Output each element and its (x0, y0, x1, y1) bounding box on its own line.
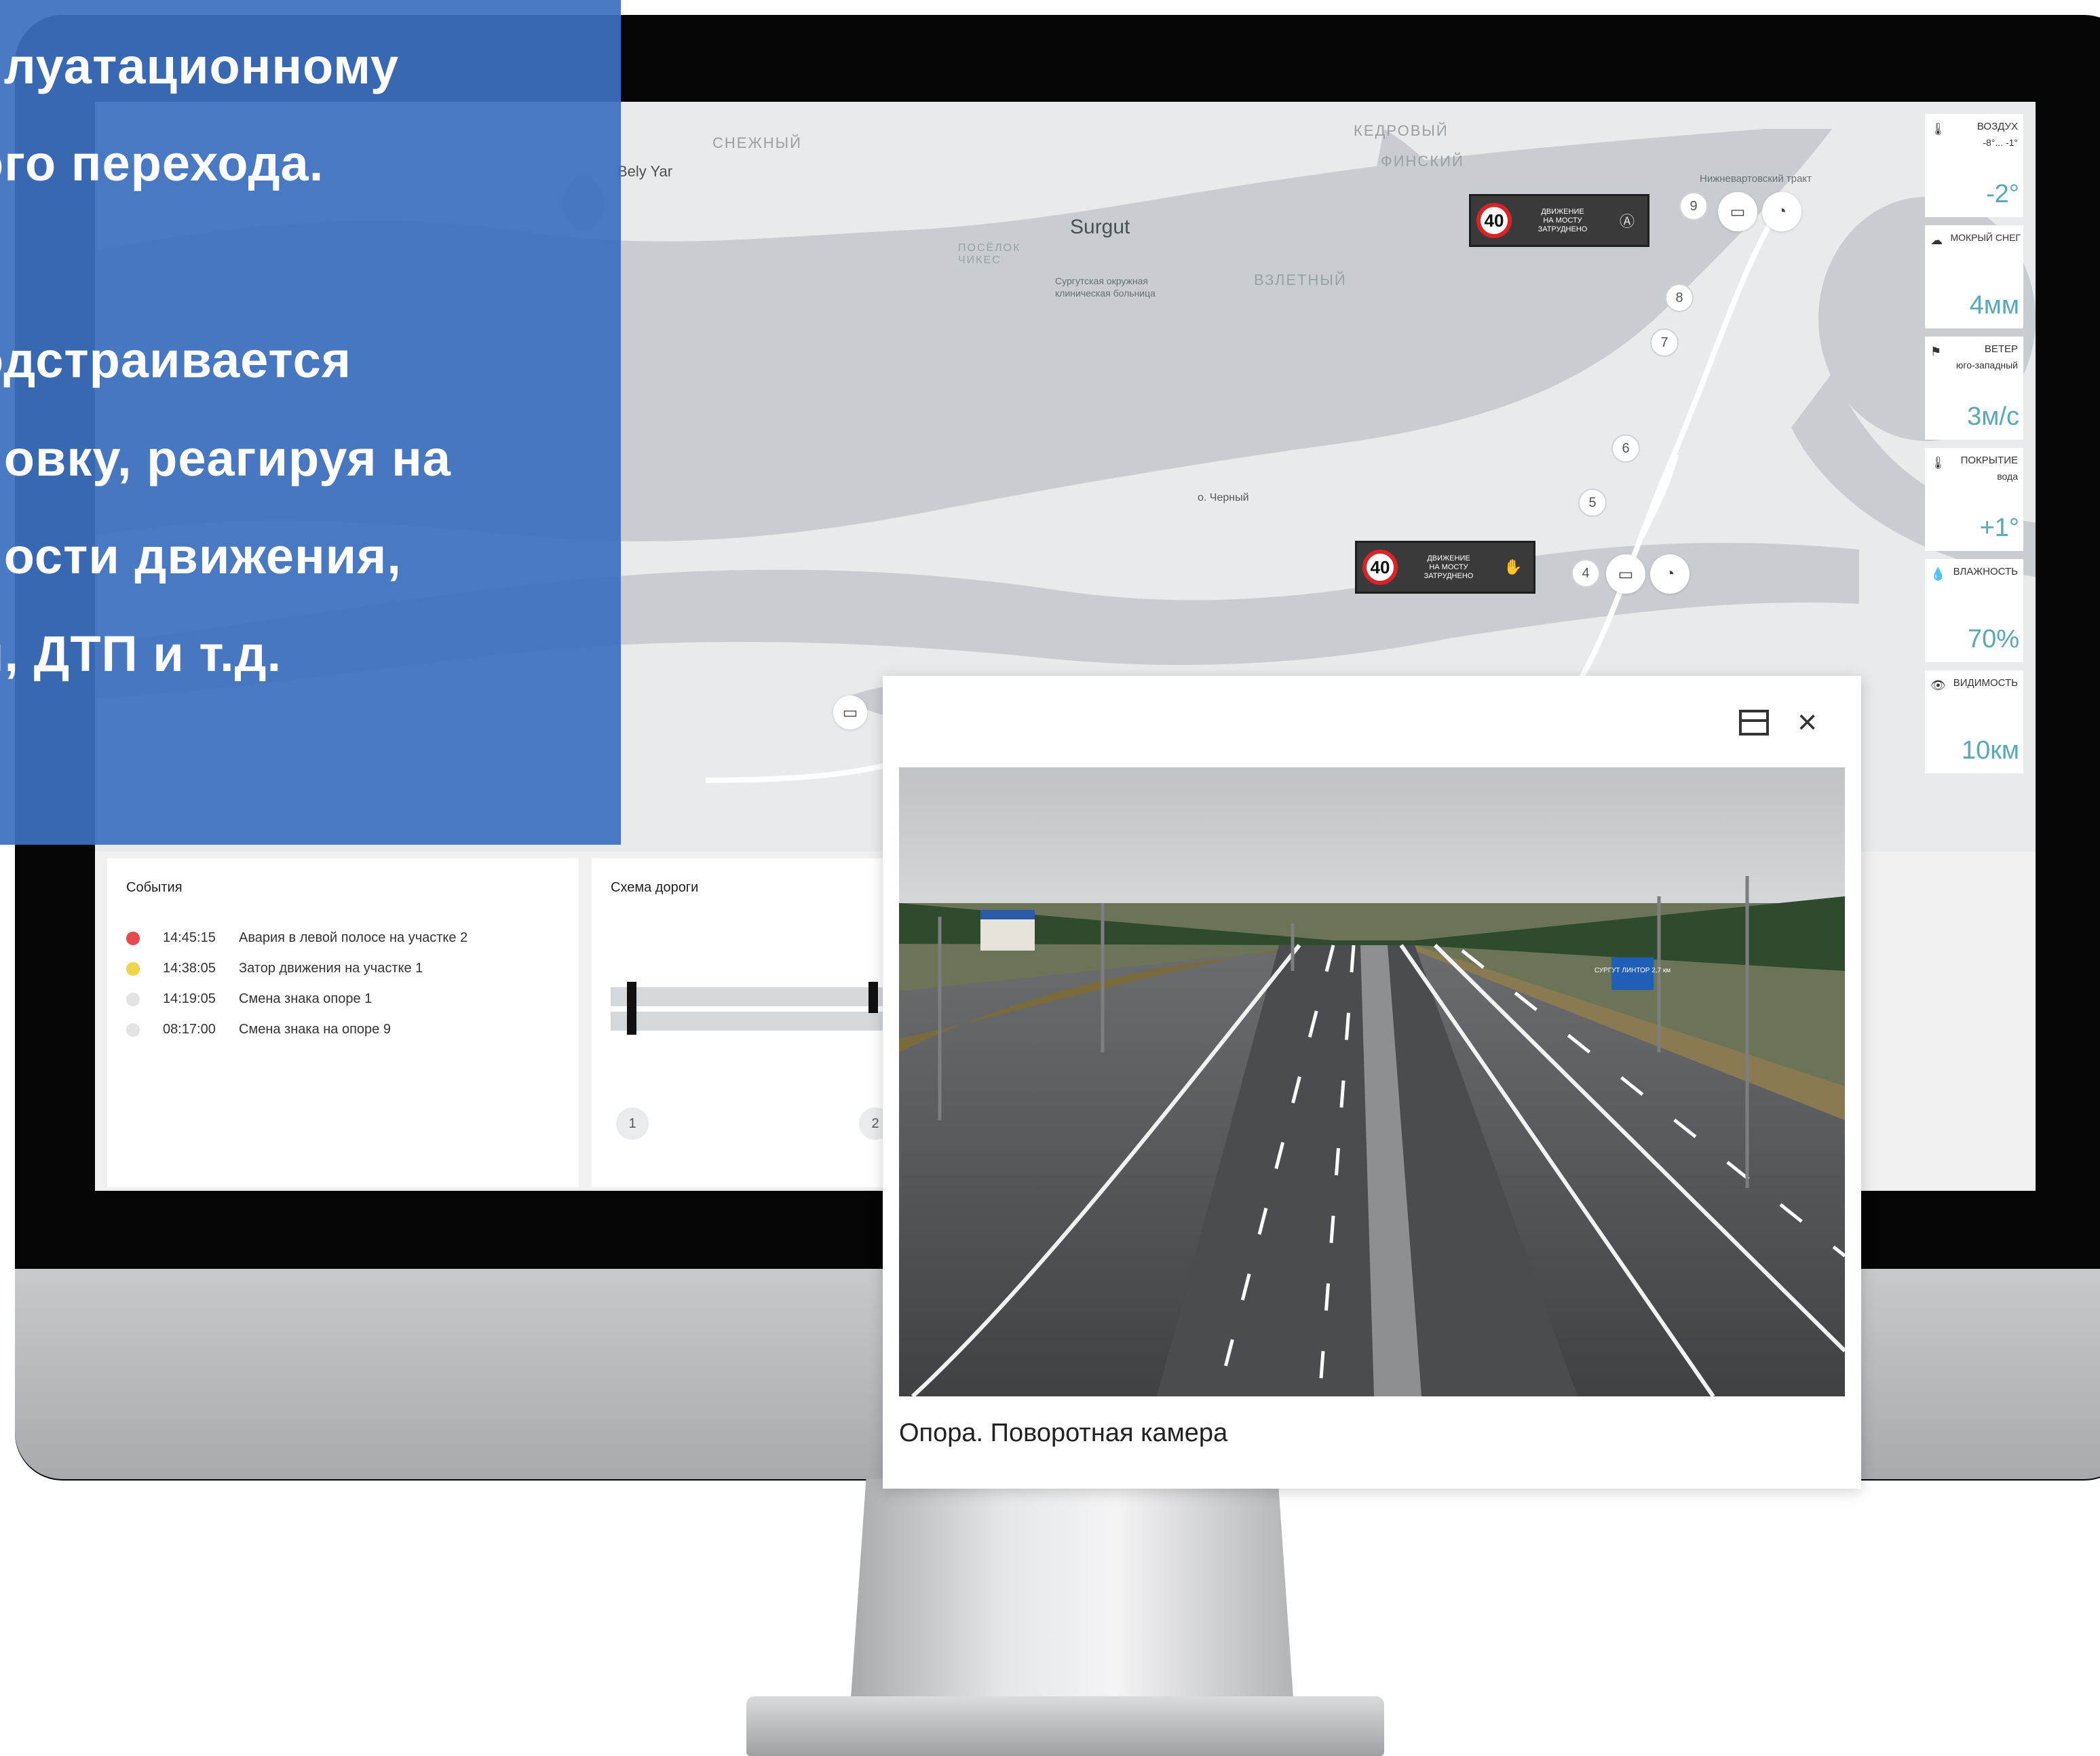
weather-sub: юго-западный (1955, 360, 2018, 370)
map-label-vzletny: ВЗЛЕТНЫЙ (1254, 271, 1347, 288)
status-dot (126, 961, 140, 976)
signal-icon: ◔ (1776, 202, 1787, 221)
close-icon[interactable]: × (1797, 703, 1817, 741)
event-text: Затор движения на участке 1 (239, 961, 423, 976)
weather-value: 70% (1967, 625, 2019, 653)
variable-sign-1[interactable]: 40 ДВИЖЕНИЕ НА МОСТУ ЗАТРУДНЕНО Ⓐ (1469, 194, 1649, 247)
map-label-snezhny: СНЕЖНЫЙ (712, 134, 802, 151)
promo-line-6: и, ДТП и т.д. (0, 626, 282, 682)
support-pin-9[interactable]: 9 (1679, 192, 1708, 221)
event-item[interactable]: 14:38:05 Затор движения на участке 1 (126, 961, 423, 976)
camera-button-bridge[interactable]: ▭ (833, 695, 867, 729)
event-time: 14:19:05 (163, 991, 216, 1006)
signal-button-4[interactable]: ◔ (1650, 554, 1689, 594)
signal-icon: ◔ (1664, 565, 1675, 583)
weather-sub: -8°... -1° (1983, 137, 2018, 148)
video-camera-icon: ▭ (1730, 202, 1746, 221)
event-text: Авария в левой полосе на участке 2 (239, 930, 468, 945)
support-pin-5[interactable]: 5 (1578, 489, 1607, 517)
weather-card-visibility: 👁 ВИДИМОСТЬ 10км (1925, 670, 2023, 774)
events-title: События (126, 880, 183, 895)
map-label-surgut: Surgut (1070, 216, 1130, 238)
support-pin-7[interactable]: 7 (1650, 328, 1679, 357)
events-panel: События 14:45:15 Авария в левой полосе н… (107, 858, 579, 1187)
event-text: Смена знака на опоре 9 (239, 1022, 391, 1037)
snow-cloud-icon: ☁ (1930, 233, 1943, 247)
video-camera-icon: ▭ (842, 703, 858, 722)
status-dot (126, 931, 140, 945)
weather-title: ВЛАЖНОСТЬ (1953, 566, 2018, 577)
variable-sign-2[interactable]: 40 ДВИЖЕНИЕ НА МОСТУ ЗАТРУДНЕНО ✋ (1355, 541, 1535, 594)
promo-overlay: плуатационному ого перехода. одстраивает… (0, 0, 621, 845)
speed-limit-icon: 40 (1476, 203, 1512, 238)
camera-photo: СУРГУТ ЛИНТОР 2,7 км (899, 767, 1845, 1396)
event-text: Смена знака опоре 1 (239, 991, 373, 1006)
thermometer-icon: 🌡 (1930, 456, 1946, 470)
auto-mode-icon: Ⓐ (1619, 213, 1635, 230)
video-camera-icon: ▭ (1618, 565, 1634, 584)
windsock-icon: ⚑ (1930, 345, 1942, 358)
promo-line-2: ого перехода. (0, 135, 324, 191)
map-label-finsky: ФИНСКИЙ (1381, 153, 1464, 170)
road-photo: СУРГУТ ЛИНТОР 2,7 км (899, 767, 1845, 1396)
promo-line-5: ности движения, (0, 528, 402, 584)
direction-sign-text: СУРГУТ ЛИНТОР 2,7 км (1595, 967, 1671, 974)
hand-stop-icon: ✋ (1504, 558, 1523, 575)
map-label-tract: Нижневартовский тракт (1700, 173, 1812, 185)
camera-button-4[interactable]: ▭ (1606, 554, 1645, 594)
event-item[interactable]: 08:17:00 Смена знака на опоре 9 (126, 1022, 391, 1037)
eye-icon: 👁 (1930, 679, 1946, 692)
weather-card-snow: ☁ МОКРЫЙ СНЕГ 4мм (1925, 225, 2023, 328)
support-pin-4[interactable]: 4 (1571, 559, 1600, 588)
map-label-poselok: ПОСЁЛОК ЧИКЕС (958, 242, 1021, 266)
weather-title: ВЕТЕР (1984, 343, 2018, 355)
event-item[interactable]: 14:45:15 Авария в левой полосе на участк… (126, 930, 467, 946)
promo-line-3: одстраивается (0, 332, 351, 388)
weather-title: ПОКРЫТИЕ (1960, 455, 2018, 466)
event-time: 14:45:15 (163, 930, 216, 945)
weather-value: +1° (1979, 514, 2019, 542)
sign-message: ДВИЖЕНИЕ НА МОСТУ ЗАТРУДНЕНО (1538, 207, 1588, 233)
road-marker-1[interactable] (627, 982, 636, 1035)
event-time: 08:17:00 (163, 1022, 216, 1037)
signal-button-9[interactable]: ◔ (1762, 192, 1801, 231)
drop-icon: 💧 (1930, 567, 1946, 581)
weather-card-air: 🌡 ВОЗДУХ -8°... -1° -2° (1925, 114, 2023, 217)
weather-card-wind: ⚑ ВЕТЕР юго-западный 3м/с (1925, 337, 2023, 440)
map-label-hospital: Сургутская окружная клиническая больница (1055, 275, 1156, 299)
map-label-bely-yar: Bely Yar (617, 163, 673, 180)
support-pin-8[interactable]: 8 (1665, 284, 1694, 312)
weather-value: -2° (1986, 180, 2019, 208)
camera-popup: × СУРГУТ ЛИНТОР 2,7 км Опора. Поворотная… (883, 676, 1861, 1489)
road-scheme-title: Схема дороги (611, 880, 699, 895)
monitor-base (746, 1696, 1384, 1756)
weather-card-surface: 🌡 ПОКРЫТИЕ вода +1° (1925, 448, 2023, 551)
event-item[interactable]: 14:19:05 Смена знака опоре 1 (126, 991, 372, 1007)
road-marker-2[interactable] (868, 982, 878, 1013)
weather-value: 10км (1961, 736, 2019, 765)
expand-window-icon[interactable] (1739, 710, 1769, 736)
weather-sub: вода (1997, 471, 2018, 482)
status-dot (126, 1023, 140, 1037)
weather-card-humidity: 💧 ВЛАЖНОСТЬ 70% (1925, 559, 2023, 662)
thermometer-icon: 🌡 (1930, 122, 1946, 136)
weather-value: 3м/с (1967, 402, 2019, 431)
speed-limit-icon: 40 (1362, 550, 1398, 585)
sign-message: ДВИЖЕНИЕ НА МОСТУ ЗАТРУДНЕНО (1424, 554, 1474, 580)
weather-value: 4мм (1969, 291, 2019, 320)
map-label-cherny: о. Черный (1198, 492, 1249, 503)
weather-title: ВИДИМОСТЬ (1953, 677, 2018, 689)
camera-caption: Опора. Поворотная камера (899, 1419, 1228, 1447)
map-label-kedrovy: КЕДРОВЫЙ (1354, 122, 1449, 139)
road-node-1[interactable]: 1 (616, 1107, 649, 1140)
support-pin-6[interactable]: 6 (1611, 434, 1640, 463)
status-dot (126, 992, 140, 1006)
event-time: 14:38:05 (163, 961, 216, 976)
camera-button-9[interactable]: ▭ (1718, 192, 1757, 231)
promo-line-4: новку, реагируя на (0, 430, 451, 486)
weather-title: МОКРЫЙ СНЕГ (1950, 232, 2021, 243)
weather-title: ВОЗДУХ (1977, 121, 2018, 132)
promo-line-1: плуатационному (0, 38, 400, 94)
